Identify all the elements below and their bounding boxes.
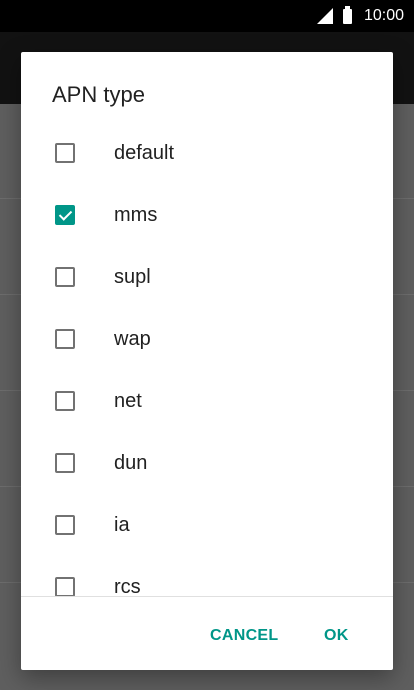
checkbox[interactable] [55, 267, 75, 287]
option-label: wap [114, 327, 151, 350]
option-supl[interactable]: supl [21, 246, 393, 308]
checkbox[interactable] [55, 329, 75, 349]
checkbox[interactable] [55, 143, 75, 163]
option-label: mms [114, 203, 158, 226]
option-dun[interactable]: dun [21, 432, 393, 494]
divider [21, 596, 393, 597]
status-time: 10:00 [363, 7, 404, 24]
ok-button[interactable]: OK [316, 618, 357, 654]
cancel-button[interactable]: CANCEL [202, 618, 286, 654]
checkbox[interactable] [55, 577, 75, 596]
apn-type-dialog: APN type default mms supl wap net dun ia [21, 52, 393, 670]
options-list[interactable]: default mms supl wap net dun ia rcs [21, 122, 393, 596]
option-label: net [114, 389, 142, 412]
option-label: supl [114, 265, 151, 288]
battery-icon [342, 5, 352, 24]
checkbox[interactable] [55, 453, 75, 473]
option-label: rcs [114, 575, 141, 597]
option-mms[interactable]: mms [21, 184, 393, 246]
option-label: ia [114, 513, 130, 536]
status-bar: 10:00 [0, 0, 414, 32]
option-ia[interactable]: ia [21, 494, 393, 556]
option-label: dun [114, 451, 148, 474]
option-rcs[interactable]: rcs [21, 556, 393, 596]
checkbox[interactable] [55, 205, 75, 225]
checkbox[interactable] [55, 515, 75, 535]
option-wap[interactable]: wap [21, 308, 393, 370]
checkbox[interactable] [55, 391, 75, 411]
option-net[interactable]: net [21, 370, 393, 432]
option-default[interactable]: default [21, 122, 393, 184]
option-label: default [114, 141, 175, 164]
signal-icon [316, 8, 333, 24]
dialog-title: APN type [52, 82, 145, 107]
